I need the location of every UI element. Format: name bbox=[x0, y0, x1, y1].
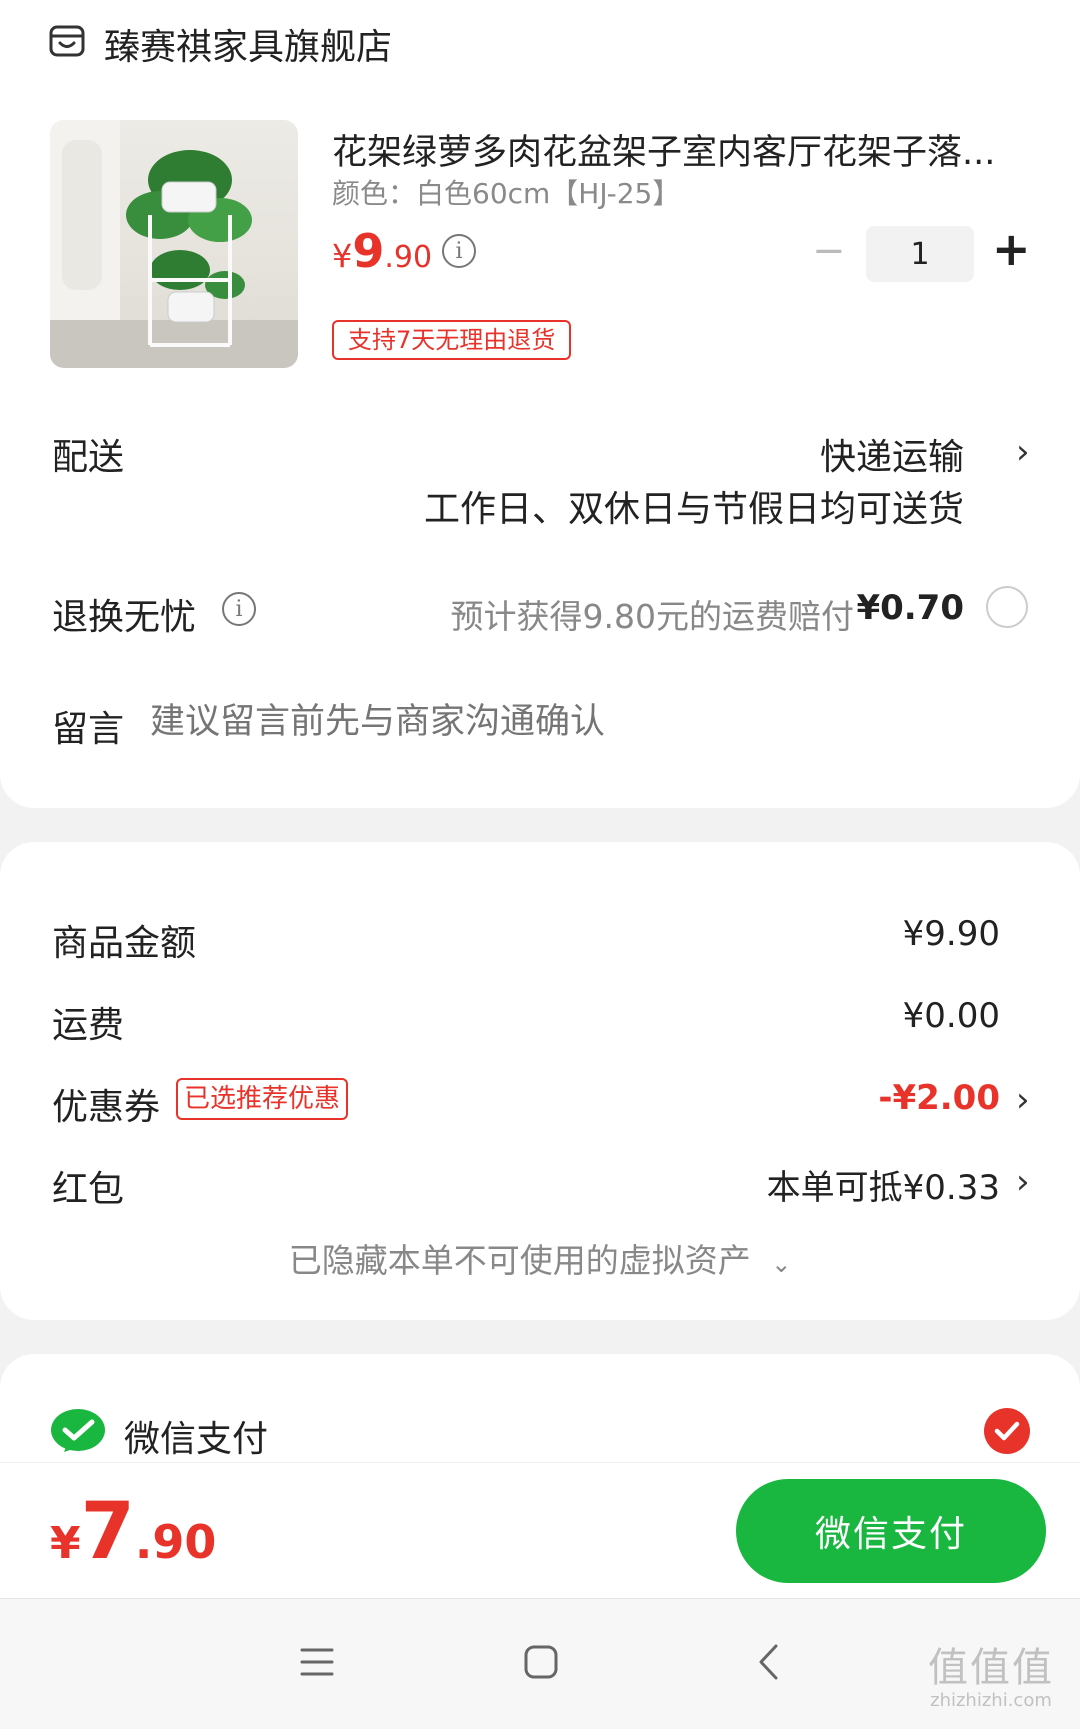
price-int: 9 bbox=[352, 224, 385, 278]
coupon-chevron-icon[interactable]: › bbox=[1016, 1080, 1030, 1120]
total-symbol: ¥ bbox=[50, 1518, 81, 1569]
message-input[interactable] bbox=[148, 696, 1032, 748]
delivery-label: 配送 bbox=[52, 437, 125, 478]
return-insurance-label: 退换无忧 bbox=[52, 597, 197, 638]
shipping-value: ¥0.00 bbox=[902, 996, 1000, 1036]
back-icon[interactable] bbox=[756, 1643, 780, 1685]
return-insurance-radio[interactable] bbox=[986, 586, 1028, 628]
redpacket-value[interactable]: 本单可抵¥0.33 bbox=[767, 1160, 1000, 1209]
coupon-value[interactable]: -¥2.00 bbox=[878, 1078, 1000, 1118]
watermark: 值值值 zhizhizhi.com bbox=[928, 1646, 1054, 1711]
hidden-assets-toggle[interactable]: 已隐藏本单不可使用的虚拟资产 ⌄ bbox=[0, 1234, 1080, 1282]
product-price: ¥9.90 bbox=[332, 224, 432, 278]
redpacket-label: 红包 bbox=[52, 1169, 125, 1210]
payment-method-label[interactable]: 微信支付 bbox=[124, 1410, 268, 1462]
wechat-pay-button[interactable]: 微信支付 bbox=[736, 1479, 1046, 1583]
shop-icon bbox=[48, 22, 86, 64]
total-dec: .90 bbox=[134, 1515, 217, 1569]
return-insurance-info-icon[interactable]: i bbox=[222, 592, 256, 626]
coupon-label: 优惠券 bbox=[52, 1087, 161, 1128]
order-card: 臻赛祺家具旗舰店 花架绿萝多肉花盆架子室内客厅花架子落... 颜色：白色60cm… bbox=[0, 0, 1080, 808]
delivery-note: 工作日、双休日与节假日均可送货 bbox=[423, 489, 964, 530]
price-symbol: ¥ bbox=[332, 237, 353, 275]
goods-amount-value: ¥9.90 bbox=[902, 914, 1000, 954]
delivery-chevron-icon[interactable]: › bbox=[1016, 432, 1030, 472]
price-dec: .90 bbox=[384, 240, 433, 275]
total-int: 7 bbox=[80, 1487, 135, 1577]
product-spec[interactable]: 颜色：白色60cm【HJ-25】 bbox=[332, 172, 680, 212]
total-price: ¥7.90 bbox=[50, 1487, 216, 1577]
system-nav-bar bbox=[0, 1598, 1080, 1729]
menu-icon[interactable] bbox=[300, 1647, 334, 1681]
return-insurance-price: ¥0.70 bbox=[856, 588, 964, 628]
shop-name[interactable]: 臻赛祺家具旗舰店 bbox=[104, 18, 392, 70]
wechat-pay-icon bbox=[50, 1408, 106, 1462]
product-title[interactable]: 花架绿萝多肉花盆架子室内客厅花架子落... bbox=[332, 124, 1022, 175]
coupon-badge: 已选推荐优惠 bbox=[176, 1078, 349, 1120]
message-label: 留言 bbox=[52, 709, 125, 750]
price-info-icon[interactable]: i bbox=[442, 234, 476, 268]
quantity-minus-button[interactable]: − bbox=[812, 228, 846, 274]
checkout-bar: ¥7.90 微信支付 bbox=[0, 1462, 1080, 1599]
payment-selected-check-icon[interactable] bbox=[984, 1408, 1030, 1458]
quantity-plus-button[interactable]: + bbox=[992, 222, 1031, 276]
watermark-url: zhizhizhi.com bbox=[930, 1690, 1052, 1711]
chevron-down-icon: ⌄ bbox=[771, 1250, 792, 1278]
hidden-assets-text: 已隐藏本单不可使用的虚拟资产 bbox=[288, 1241, 751, 1280]
shipping-label: 运费 bbox=[52, 1005, 125, 1046]
return-policy-badge: 支持7天无理由退货 bbox=[332, 320, 572, 360]
redpacket-chevron-icon[interactable]: › bbox=[1016, 1162, 1030, 1202]
home-icon[interactable] bbox=[524, 1645, 558, 1683]
quantity-input[interactable]: 1 bbox=[866, 226, 974, 282]
goods-amount-label: 商品金额 bbox=[52, 923, 197, 964]
watermark-logo: 值值值 bbox=[928, 1645, 1054, 1691]
delivery-method[interactable]: 快递运输 bbox=[820, 428, 964, 480]
return-insurance-desc: 预计获得9.80元的运费赔付 bbox=[450, 597, 854, 636]
product-image[interactable] bbox=[50, 120, 298, 368]
price-summary-card: 商品金额 ¥9.90 运费 ¥0.00 优惠券 已选推荐优惠 -¥2.00 › … bbox=[0, 842, 1080, 1320]
